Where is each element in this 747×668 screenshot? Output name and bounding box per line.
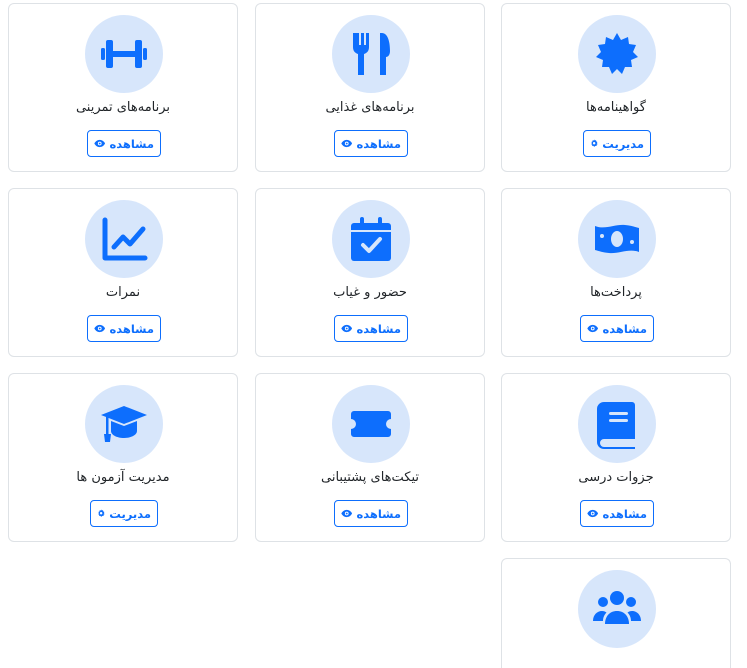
button-label: مدیریت (109, 506, 151, 521)
card-course-notes: جزوات درسی مشاهده (501, 373, 731, 542)
money-bill-icon (595, 224, 639, 254)
utensils-icon-circle (332, 15, 410, 93)
button-label: مدیریت (602, 136, 644, 151)
card-title: تیکت‌های پشتیبانی (320, 470, 419, 485)
card-title: گواهینامه‌ها (586, 100, 646, 115)
button-label: مشاهده (602, 321, 647, 336)
card-exam-management: مدیریت آزمون ها مدیریت (8, 373, 238, 542)
gear-icon (591, 139, 598, 147)
calendar-check-icon-circle (332, 200, 410, 278)
eye-icon (587, 509, 599, 518)
graduation-cap-icon (101, 406, 147, 442)
certificate-icon (596, 33, 638, 74)
eye-icon (341, 509, 353, 518)
view-button[interactable]: مشاهده (580, 315, 654, 342)
view-button[interactable]: مشاهده (580, 500, 654, 527)
button-label: مشاهده (356, 136, 401, 151)
card-payments: پرداخت‌ها مشاهده (501, 188, 731, 357)
card-certificates: گواهینامه‌ها مدیریت (501, 3, 731, 172)
users-icon-circle (578, 570, 656, 648)
users-icon (593, 591, 641, 624)
card-grades: نمرات مشاهده (8, 188, 238, 357)
view-button[interactable]: مشاهده (334, 130, 408, 157)
eye-icon (94, 324, 106, 333)
card-users (501, 558, 731, 668)
view-button[interactable]: مشاهده (334, 500, 408, 527)
manage-button[interactable]: مدیریت (90, 500, 158, 527)
card-meal-plans: برنامه‌های غذایی مشاهده (255, 3, 485, 172)
button-label: مشاهده (109, 136, 154, 151)
button-label: مشاهده (109, 321, 154, 336)
eye-icon (341, 139, 353, 148)
view-button[interactable]: مشاهده (334, 315, 408, 342)
card-title: مدیریت آزمون ها (76, 470, 170, 485)
ticket-icon-circle (332, 385, 410, 463)
button-label: مشاهده (356, 506, 401, 521)
chart-line-icon (102, 217, 148, 261)
ticket-icon (351, 411, 391, 437)
view-button[interactable]: مشاهده (87, 130, 161, 157)
eye-icon (587, 324, 599, 333)
eye-icon (341, 324, 353, 333)
card-title: برنامه‌های تمرینی (75, 100, 171, 115)
button-label: مشاهده (356, 321, 401, 336)
eye-icon (94, 139, 106, 148)
card-title: برنامه‌های غذایی (325, 100, 415, 115)
certificate-icon-circle (578, 15, 656, 93)
dumbbell-icon (101, 40, 147, 68)
chart-line-icon-circle (85, 200, 163, 278)
card-title: نمرات (105, 285, 141, 300)
card-support-tickets: تیکت‌های پشتیبانی مشاهده (255, 373, 485, 542)
calendar-check-icon (351, 217, 391, 261)
card-workout-plans: برنامه‌های تمرینی مشاهده (8, 3, 238, 172)
book-icon (597, 402, 635, 449)
utensils-icon (353, 33, 390, 75)
card-title: پرداخت‌ها (590, 285, 642, 300)
card-title: جزوات درسی (578, 470, 654, 485)
view-button[interactable]: مشاهده (87, 315, 161, 342)
dumbbell-icon-circle (85, 15, 163, 93)
graduation-cap-icon-circle (85, 385, 163, 463)
money-bill-icon-circle (578, 200, 656, 278)
gear-icon (98, 509, 105, 517)
manage-button[interactable]: مدیریت (583, 130, 651, 157)
card-attendance: حضور و غیاب مشاهده (255, 188, 485, 357)
card-title: حضور و غیاب (333, 285, 407, 300)
book-icon-circle (578, 385, 656, 463)
button-label: مشاهده (602, 506, 647, 521)
